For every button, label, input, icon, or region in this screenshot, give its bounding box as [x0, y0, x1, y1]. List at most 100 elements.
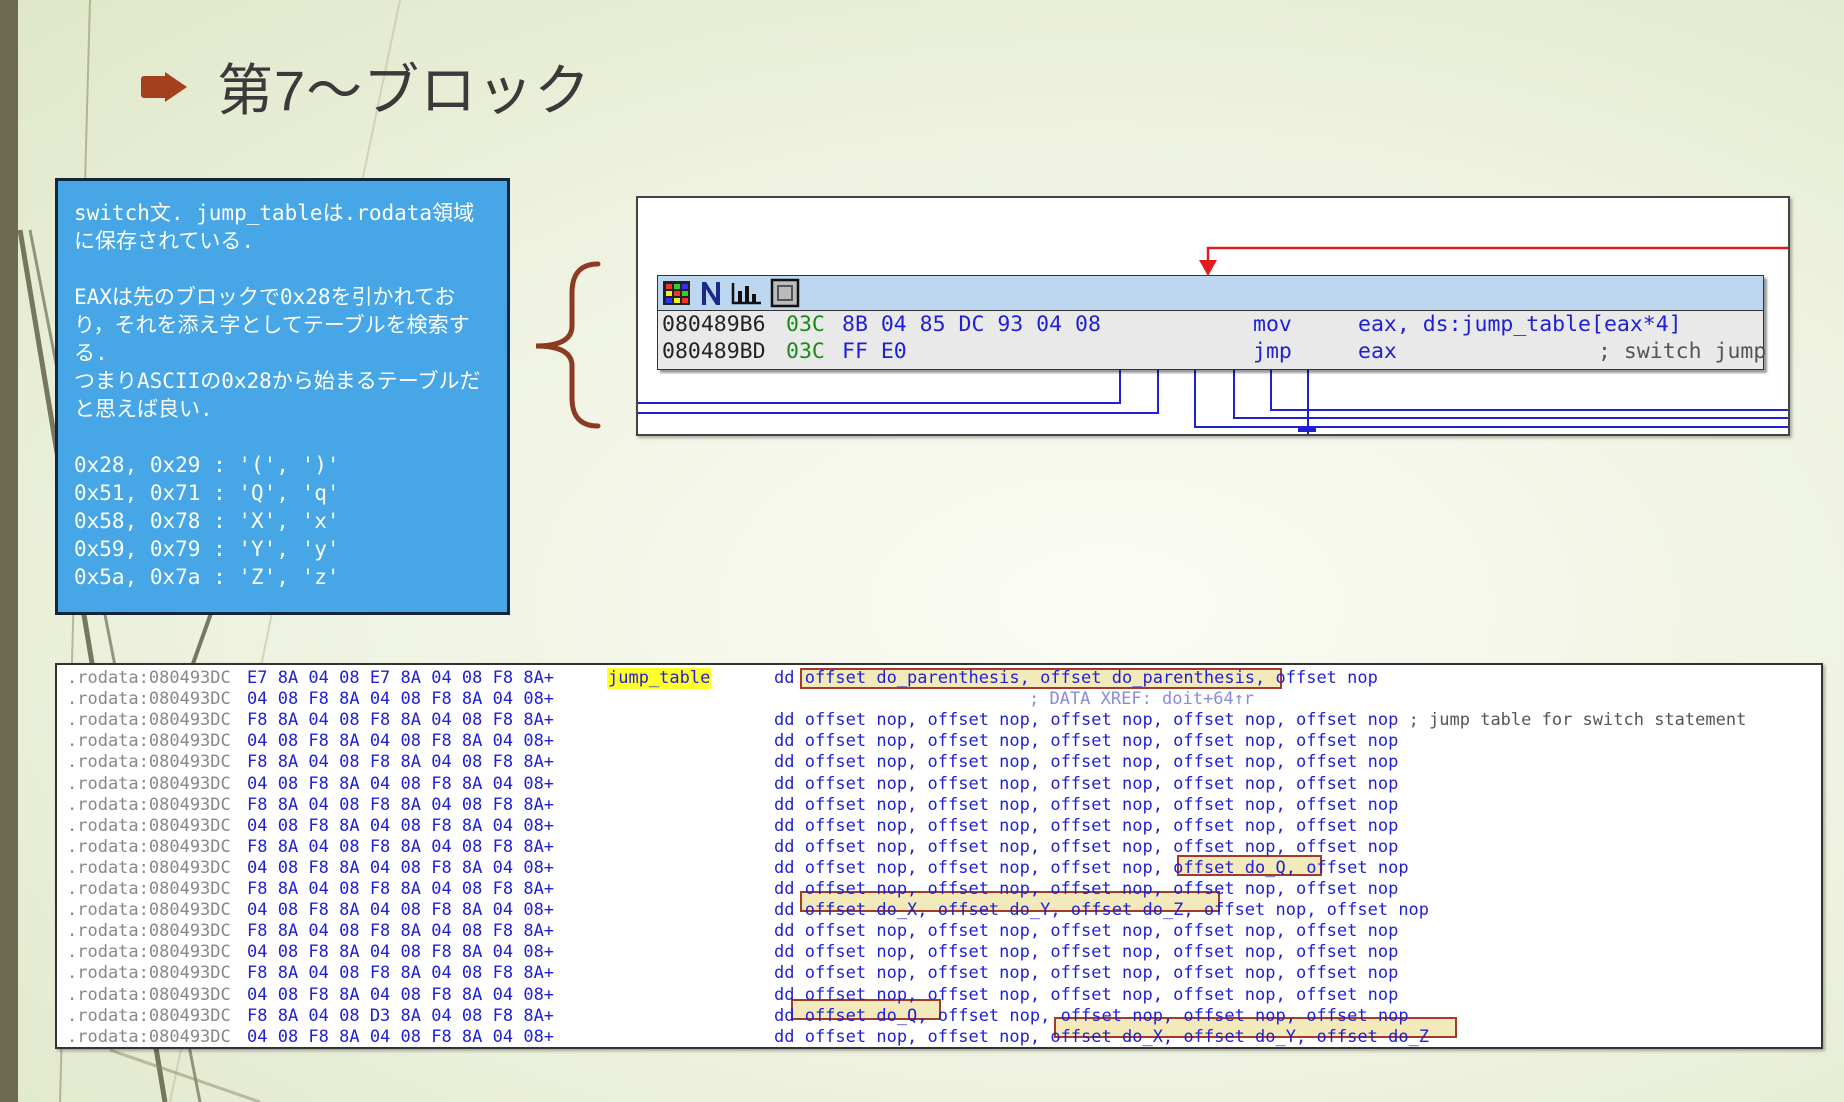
slide-title: 第7〜ブロック [217, 59, 592, 122]
jump-table-label[interactable]: jump_table [607, 668, 712, 689]
rodata-listing[interactable]: .rodata:080493DC E7 8A 04 08 E7 8A 04 08 … [55, 663, 1823, 1049]
instruction-bytes: 8B 04 85 DC 93 04 08 [842, 312, 1101, 337]
dd-offsets: dd offset nop, offset nop, offset nop, o… [774, 774, 1398, 795]
dd-text: dd offset nop, offset nop, offset nop, o… [774, 879, 1399, 899]
dd-offsets: dd offset nop, offset nop, offset nop, o… [774, 816, 1398, 837]
hex-bytes: F8 8A 04 08 F8 8A 04 08 F8 8A+ [247, 836, 555, 857]
dd-text: dd offset nop, offset nop, offset nop, o… [774, 857, 1409, 878]
instruction-row[interactable]: 080489BD 03C FF E0 jmp eax ; switch jump [658, 338, 1767, 365]
hex-bytes: E7 8A 04 08 E7 8A 04 08 F8 8A+ [247, 668, 555, 688]
dd-offsets: dd offset nop, offset nop, offset nop, o… [774, 858, 1409, 879]
instruction-address: 080489BD [662, 339, 766, 364]
hex-bytes: 04 08 F8 8A 04 08 F8 8A 04 08+ [247, 689, 555, 710]
dd-text: dd offset nop, offset nop, offset nop, o… [774, 731, 1399, 752]
code-line: 0x51, 0x71 : 'Q', 'q' [74, 481, 340, 505]
dd-offsets: dd offset do_X, offset do_Y, offset do_Z… [774, 900, 1429, 921]
hex-bytes: 04 08 F8 8A 04 08 F8 8A 04 08+ [247, 1026, 555, 1047]
instruction-row[interactable]: 080489B6 03C 8B 04 85 DC 93 04 08 mov ea… [658, 311, 1763, 338]
hex-bytes: F8 8A 04 08 D3 8A 04 08 F8 8A+ [247, 1005, 555, 1026]
slide-title-row: 第7〜ブロック [141, 46, 592, 127]
dd-text: dd offset nop, offset nop, offset nop, o… [774, 794, 1399, 815]
bullet-arrow-icon [141, 71, 187, 102]
dd-text: dd offset nop, offset nop, offset nop, o… [774, 963, 1399, 984]
segment-address: .rodata:080493DC [67, 794, 231, 815]
node-header [658, 276, 1763, 311]
explanation-note: switch文. jump_tableは.rodata領域に保存されている. E… [55, 178, 510, 615]
hex-bytes: F8 8A 04 08 F8 8A 04 08 F8 8A+ [247, 752, 555, 773]
instruction-bytes: FF E0 [842, 339, 907, 364]
segment-address: .rodata:080493DC [67, 710, 231, 731]
segment-address: .rodata:080493DC [67, 773, 231, 794]
chart-icon[interactable] [730, 279, 764, 307]
segment-address: .rodata:080493DC [67, 731, 231, 752]
dd-offsets: dd offset do_parenthesis, offset do_pare… [774, 668, 1378, 689]
hex-bytes: 04 08 F8 8A 04 08 F8 8A 04 08+ [247, 773, 555, 794]
hex-bytes: F8 8A 04 08 F8 8A 04 08 F8 8A+ [247, 921, 555, 942]
segment-address: .rodata:080493DC [67, 984, 231, 1005]
hex-bytes: F8 8A 04 08 F8 8A 04 08 F8 8A+ [247, 879, 555, 899]
instruction-mnemonic: mov [1253, 312, 1292, 337]
segment-address: .rodata:080493DC [67, 689, 231, 710]
hex-bytes: 04 08 F8 8A 04 08 F8 8A 04 08+ [247, 815, 555, 836]
dd-text: dd offset nop, offset nop, offset nop, o… [774, 984, 1399, 1005]
code-line: 0x28, 0x29 : '(', ')' [74, 453, 340, 477]
ascii-code-list: 0x28, 0x29 : '(', ')' 0x51, 0x71 : 'Q', … [74, 451, 491, 591]
dd-text: dd offset nop, offset nop, offset nop, o… [774, 710, 1399, 731]
n-icon[interactable] [698, 279, 724, 307]
dd-offsets: dd offset nop, offset nop, offset nop, o… [774, 879, 1398, 900]
code-line: 0x59, 0x79 : 'Y', 'y' [74, 537, 340, 561]
code-block-node[interactable]: 080489B6 03C 8B 04 85 DC 93 04 08 mov ea… [657, 275, 1767, 370]
segment-address: .rodata:080493DC [67, 900, 231, 921]
dd-text: dd offset nop, offset nop, offset nop, o… [774, 773, 1399, 794]
dd-text: dd offset nop, offset nop, offset nop, o… [774, 921, 1399, 942]
code-line: 0x58, 0x78 : 'X', 'x' [74, 509, 340, 533]
dd-offsets: dd offset do_Q, offset nop, offset nop, … [774, 1006, 1409, 1027]
curly-brace [535, 261, 601, 429]
dd-offsets: dd offset nop, offset nop, offset do_X, … [774, 1027, 1429, 1048]
row-comment: ; jump table for switch statement [1398, 710, 1747, 731]
dd-text: dd offset nop, offset nop, offset nop, o… [774, 942, 1399, 963]
instruction-address: 080489B6 [662, 312, 766, 337]
frame-icon[interactable] [770, 278, 800, 308]
instruction-comment: ; switch jump [1598, 339, 1767, 364]
dd-offsets: dd offset nop, offset nop, offset nop, o… [774, 921, 1398, 942]
segment-address: .rodata:080493DC [67, 879, 231, 899]
segment-address: .rodata:080493DC [67, 668, 231, 688]
dd-text: dd offset do_X, offset do_Y, offset do_Z… [774, 900, 1430, 921]
dd-offsets: dd offset nop, offset nop, offset nop, o… [774, 731, 1398, 752]
dd-offsets: dd offset nop, offset nop, offset nop, o… [774, 985, 1398, 1006]
dd-text: dd offset do_Q, offset nop, offset nop, … [774, 1005, 1409, 1026]
code-line: 0x5a, 0x7a : 'Z', 'z' [74, 565, 340, 589]
instruction-operand: eax [1358, 339, 1397, 364]
hex-bytes: 04 08 F8 8A 04 08 F8 8A 04 08+ [247, 731, 555, 752]
dd-offsets: dd offset nop, offset nop, offset nop, o… [774, 752, 1398, 773]
dd-text: dd offset nop, offset nop, offset do_X, … [774, 1026, 1430, 1047]
ida-graph-view[interactable]: 080489B6 03C 8B 04 85 DC 93 04 08 mov ea… [636, 196, 1790, 436]
instruction-mnemonic: jmp [1253, 339, 1292, 364]
dd-offsets: dd offset nop, offset nop, offset nop, o… [774, 710, 1746, 731]
note-paragraph-eax: EAXは先のブロックで0x28を引かれており，それを添え字としてテーブルを検索す… [74, 283, 491, 423]
segment-address: .rodata:080493DC [67, 1026, 231, 1047]
instruction-operand: eax, ds:jump_table[eax*4] [1358, 312, 1682, 337]
grid-icon[interactable] [662, 279, 692, 307]
note-text-ascii: つまりASCIIの0x28から始まるテーブルだと思えば良い. [74, 369, 481, 421]
dd-text: dd offset nop, offset nop, offset nop, o… [774, 752, 1399, 773]
dd-text: dd offset nop, offset nop, offset nop, o… [774, 836, 1399, 857]
instruction-stack-delta: 03C [786, 312, 825, 337]
segment-address: .rodata:080493DC [67, 963, 231, 984]
segment-address: .rodata:080493DC [67, 815, 231, 836]
instruction-stack-delta: 03C [786, 339, 825, 364]
segment-address: .rodata:080493DC [67, 752, 231, 773]
dd-offsets: dd offset nop, offset nop, offset nop, o… [774, 942, 1398, 963]
hex-bytes: F8 8A 04 08 F8 8A 04 08 F8 8A+ [247, 794, 555, 815]
dd-offsets: dd offset nop, offset nop, offset nop, o… [774, 837, 1398, 858]
segment-address: .rodata:080493DC [67, 921, 231, 942]
hex-bytes: F8 8A 04 08 F8 8A 04 08 F8 8A+ [247, 963, 555, 984]
segment-address: .rodata:080493DC [67, 1005, 231, 1026]
dd-text: dd offset do_parenthesis, offset do_pare… [774, 668, 1378, 688]
dd-text: dd offset nop, offset nop, offset nop, o… [774, 815, 1399, 836]
note-text-eax: EAXは先のブロックで0x28を引かれており，それを添え字としてテーブルを検索す… [74, 285, 470, 365]
data-xref-comment[interactable]: ; DATA XREF: doit+64↑r [1029, 689, 1254, 710]
dd-offsets: dd offset nop, offset nop, offset nop, o… [774, 963, 1398, 984]
segment-address: .rodata:080493DC [67, 942, 231, 963]
